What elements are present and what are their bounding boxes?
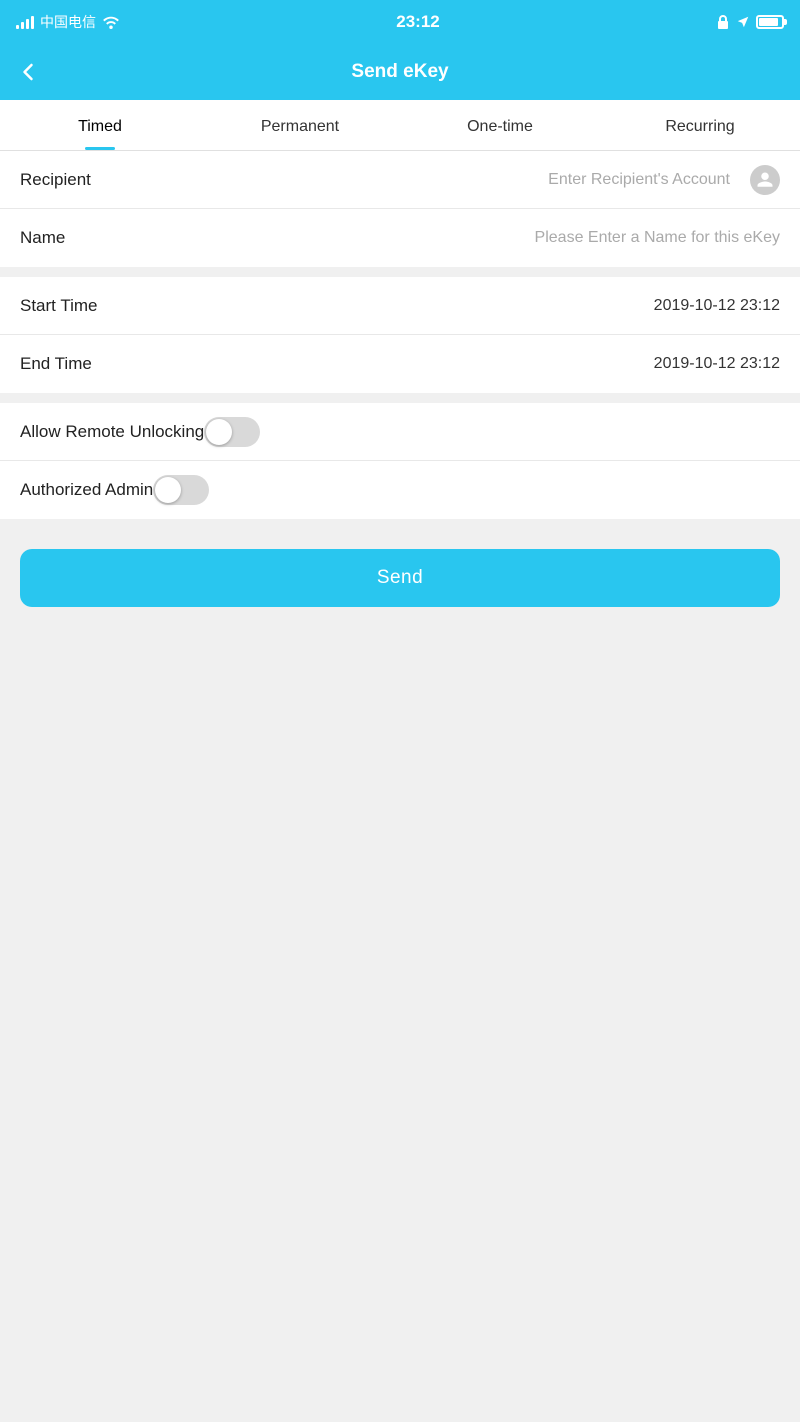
- recipient-input-placeholder[interactable]: Enter Recipient's Account: [140, 171, 730, 189]
- end-time-value: 2019-10-12 23:12: [140, 355, 780, 373]
- recipient-row[interactable]: Recipient Enter Recipient's Account: [0, 151, 800, 209]
- background-filler: [0, 627, 800, 1027]
- name-label: Name: [20, 228, 140, 248]
- start-time-value: 2019-10-12 23:12: [140, 297, 780, 315]
- authorized-admin-slider: [153, 475, 209, 505]
- start-time-row[interactable]: Start Time 2019-10-12 23:12: [0, 277, 800, 335]
- signal-bar-2: [21, 22, 24, 29]
- allow-remote-toggle[interactable]: [204, 417, 260, 447]
- status-bar: 中国电信 23:12: [0, 0, 800, 44]
- signal-bar-4: [31, 16, 34, 29]
- signal-bars: [16, 15, 34, 29]
- recipient-section: Recipient Enter Recipient's Account Name…: [0, 151, 800, 267]
- authorized-admin-row: Authorized Admin: [0, 461, 800, 519]
- battery-icon: [756, 15, 784, 29]
- wifi-icon: [102, 15, 120, 29]
- status-left: 中国电信: [16, 12, 120, 32]
- send-section: Send: [0, 529, 800, 627]
- status-time: 23:12: [396, 12, 439, 32]
- tab-timed[interactable]: Timed: [0, 100, 200, 150]
- tab-permanent[interactable]: Permanent: [200, 100, 400, 150]
- allow-remote-label: Allow Remote Unlocking: [20, 422, 204, 442]
- toggles-section: Allow Remote Unlocking Authorized Admin: [0, 403, 800, 519]
- recipient-label: Recipient: [20, 170, 140, 190]
- end-time-label: End Time: [20, 354, 140, 374]
- start-time-label: Start Time: [20, 296, 140, 316]
- authorized-admin-label: Authorized Admin: [20, 480, 153, 500]
- send-button[interactable]: Send: [20, 549, 780, 607]
- tabs-container: Timed Permanent One-time Recurring: [0, 100, 800, 151]
- signal-bar-3: [26, 19, 29, 29]
- name-row[interactable]: Name Please Enter a Name for this eKey: [0, 209, 800, 267]
- authorized-admin-toggle[interactable]: [153, 475, 209, 505]
- time-section: Start Time 2019-10-12 23:12 End Time 201…: [0, 277, 800, 393]
- person-icon: [756, 171, 774, 189]
- carrier-label: 中国电信: [40, 12, 96, 32]
- recipient-icon[interactable]: [750, 165, 780, 195]
- battery-fill: [759, 18, 778, 26]
- page-title: Send eKey: [351, 61, 448, 83]
- location-icon: [736, 15, 750, 29]
- lock-icon: [716, 14, 730, 30]
- allow-remote-slider: [204, 417, 260, 447]
- tab-one-time[interactable]: One-time: [400, 100, 600, 150]
- name-input-placeholder[interactable]: Please Enter a Name for this eKey: [140, 229, 780, 247]
- app-header: Send eKey: [0, 44, 800, 100]
- end-time-row[interactable]: End Time 2019-10-12 23:12: [0, 335, 800, 393]
- status-right: [716, 14, 784, 30]
- tab-recurring[interactable]: Recurring: [600, 100, 800, 150]
- allow-remote-row: Allow Remote Unlocking: [0, 403, 800, 461]
- signal-bar-1: [16, 25, 19, 29]
- back-button[interactable]: [16, 60, 40, 84]
